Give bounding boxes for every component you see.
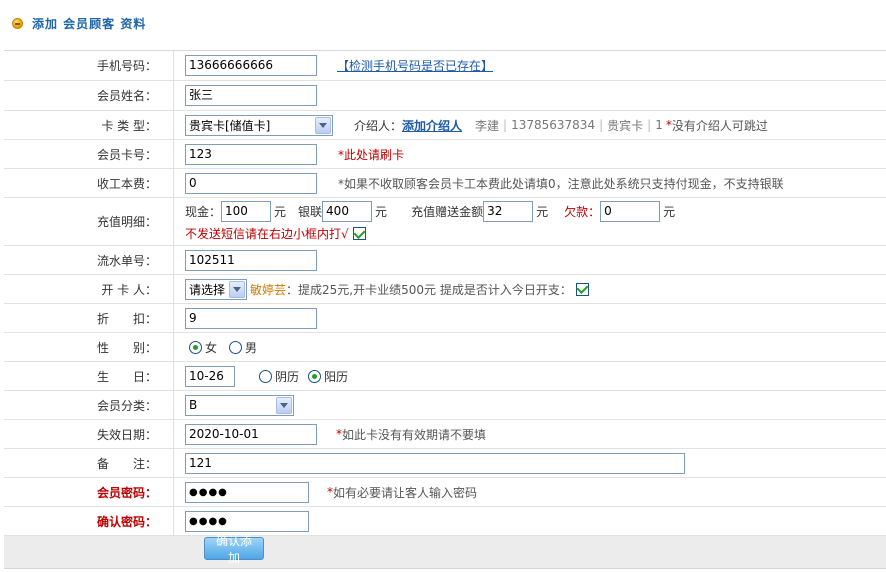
password-note: 如有必要请让客人输入密码 [333, 485, 478, 500]
password-input[interactable]: ●●●● [185, 481, 309, 503]
row-expiry: 失效日期： 2020-10-01 * 如此卡没有有效期请不要填 [4, 420, 886, 449]
introducer-name: 李建 [475, 118, 500, 133]
solar-radio[interactable] [308, 369, 322, 383]
debt-input[interactable]: 0 [600, 201, 661, 222]
row-password: 会员密码： ●●●● * 如有必要请让客人输入密码 [4, 478, 886, 507]
remark-input[interactable]: 121 [185, 452, 685, 474]
row-recharge: 充值明细： 现金： 100 元 银联 400 元 充值赠送金额 32 元 欠款：… [4, 198, 886, 246]
solar-label: 阳历 [324, 369, 349, 384]
name-input[interactable]: 张三 [185, 85, 317, 106]
expiry-input[interactable]: 2020-10-01 [185, 423, 317, 445]
row-opener: 开 卡 人： 请选择 敏婷芸 ：提成25元,开卡业绩500元 提成是否计入今日开… [4, 275, 886, 304]
fee-note: *如果不收取顾客会员卡工本费此处请填0，注意此处系统只支持付现金，不支持银联 [338, 176, 784, 191]
commission-checkbox[interactable] [575, 282, 589, 296]
lunar-label: 阴历 [275, 369, 300, 384]
row-fee: 收工本费： 0 *如果不收取顾客会员卡工本费此处请填0，注意此处系统只支持付现金… [4, 169, 886, 198]
row-name: 会员姓名： 张三 [4, 81, 886, 111]
sms-checkbox[interactable] [352, 227, 366, 240]
opener-name: 敏婷芸 [250, 282, 287, 297]
row-confirm-password: 确认密码： ●●●● [4, 507, 886, 536]
card-no-note: *此处请刷卡 [338, 147, 405, 162]
divider: | [647, 118, 652, 132]
recharge-label: 充值明细： [4, 198, 174, 245]
card-no-input[interactable]: 123 [185, 143, 317, 165]
gift-label: 充值赠送金额 [411, 205, 484, 219]
cash-label: 现金： [185, 205, 222, 219]
discount-input[interactable]: 9 [185, 307, 317, 329]
lunar-radio[interactable] [259, 369, 272, 383]
union-label: 银联 [298, 205, 323, 219]
union-unit: 元 [375, 205, 388, 219]
fee-label: 收工本费： [4, 169, 174, 197]
chevron-down-icon [315, 116, 331, 134]
add-introducer-link[interactable]: 添加介绍人 [402, 117, 462, 134]
divider: | [599, 118, 604, 132]
opener-commission: ：提成25元,开卡业绩500元 提成是否计入今日开支： [286, 282, 572, 297]
cash-unit: 元 [274, 205, 287, 219]
union-input[interactable]: 400 [322, 201, 373, 222]
card-type-selected: 贵宾卡[储值卡] [189, 118, 271, 133]
name-label: 会员姓名： [4, 81, 174, 110]
password-label: 会员密码： [4, 478, 174, 506]
serial-input[interactable]: 102511 [185, 249, 317, 271]
confirm-password-input[interactable]: ●●●● [185, 510, 309, 532]
row-card-type: 卡 类 型： 贵宾卡[储值卡] 介绍人： 添加介绍人 李建 | 13785637… [4, 111, 886, 140]
category-label: 会员分类： [4, 391, 174, 419]
gender-female-label: 女 [205, 340, 218, 355]
discount-label: 折 扣： [4, 304, 174, 332]
remark-label: 备 注： [4, 449, 174, 477]
gender-male-radio[interactable] [229, 340, 243, 354]
submit-button[interactable]: 确认添加 [204, 534, 264, 565]
gift-unit: 元 [536, 205, 549, 219]
serial-label: 流水单号： [4, 246, 174, 274]
debt-unit: 元 [663, 205, 676, 219]
phone-input[interactable]: 13666666666 [185, 55, 317, 76]
row-phone: 手机号码： 13666666666 【检测手机号码是否已存在】 [4, 51, 886, 81]
expiry-note: 如此卡没有有效期请不要填 [342, 427, 487, 442]
chevron-down-icon [229, 280, 245, 298]
card-type-label: 卡 类 型： [4, 111, 174, 139]
introducer-phone: 13785637834 [511, 118, 596, 132]
card-no-label: 会员卡号： [4, 140, 174, 168]
gender-female-radio[interactable] [189, 340, 202, 354]
introducer-count: 1 [655, 118, 663, 132]
row-gender: 性 别： 女 男 [4, 333, 886, 362]
page-title: 添加 会员顾客 资料 [32, 16, 147, 31]
category-select[interactable]: B [185, 394, 294, 416]
row-category: 会员分类： B [4, 391, 886, 420]
fee-input[interactable]: 0 [185, 172, 317, 194]
introducer-note: 没有介绍人可跳过 [671, 118, 768, 133]
birthday-label: 生 日： [4, 362, 174, 390]
page-header: 添加 会员顾客 资料 [12, 14, 146, 32]
opener-selected: 请选择 [189, 282, 226, 297]
expiry-label: 失效日期： [4, 420, 174, 448]
opener-label: 开 卡 人： [4, 275, 174, 303]
sms-note: 不发送短信请在右边小框内打√ [185, 227, 349, 241]
chevron-down-icon [276, 396, 292, 414]
row-remark: 备 注： 121 [4, 449, 886, 478]
check-phone-link[interactable]: 【检测手机号码是否已存在】 [337, 57, 493, 74]
row-serial: 流水单号： 102511 [4, 246, 886, 275]
introducer-card: 贵宾卡 [607, 118, 644, 133]
form-footer [4, 536, 886, 569]
birthday-input[interactable]: 10-26 [185, 365, 235, 387]
card-type-select[interactable]: 贵宾卡[储值卡] [185, 114, 333, 136]
category-selected: B [189, 398, 198, 412]
gender-label: 性 别： [4, 333, 174, 361]
confirm-password-label: 确认密码： [4, 507, 174, 535]
row-discount: 折 扣： 9 [4, 304, 886, 333]
gender-male-label: 男 [245, 340, 258, 355]
phone-label: 手机号码： [4, 51, 174, 80]
section-bullet-icon [12, 17, 23, 29]
cash-input[interactable]: 100 [221, 201, 272, 222]
row-birthday: 生 日： 10-26 阴历 阳历 [4, 362, 886, 391]
row-card-no: 会员卡号： 123 *此处请刷卡 [4, 140, 886, 169]
divider: | [503, 118, 508, 132]
gift-input[interactable]: 32 [483, 201, 534, 222]
member-form: 手机号码： 13666666666 【检测手机号码是否已存在】 会员姓名： 张三… [4, 50, 886, 569]
introducer-label: 介绍人： [354, 118, 403, 133]
debt-label: 欠款： [564, 205, 601, 219]
opener-select[interactable]: 请选择 [185, 278, 247, 300]
